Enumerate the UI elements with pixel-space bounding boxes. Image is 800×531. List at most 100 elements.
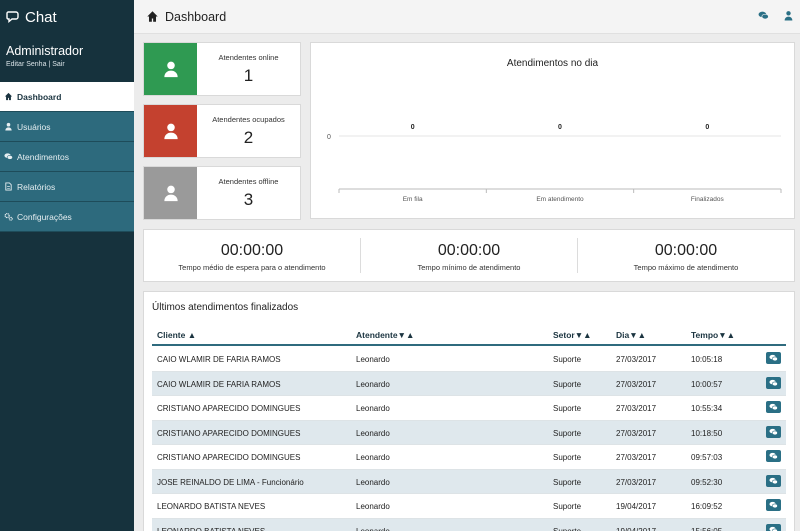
time-value: 00:00:00 — [437, 242, 501, 259]
stat-swatch — [144, 43, 197, 95]
link-separator: | — [48, 61, 51, 68]
bar-chart: 0 0 Em fila 0 Em atendimento 0 Finalizados — [327, 124, 782, 203]
cell-cliente: CRISTIANO APARECIDO DOMINGUES — [157, 453, 301, 462]
time-label: Tempo mínimo de atendimento — [417, 263, 521, 272]
time-value: 00:00:00 — [654, 242, 718, 259]
cell-setor: Suporte — [553, 477, 582, 487]
x-tick-label: Em atendimento — [536, 196, 584, 203]
cell-dia: 27/03/2017 — [616, 404, 657, 413]
stat-busy: Atendentes ocupados 2 — [143, 104, 301, 158]
cell-tempo: 16:09:52 — [691, 502, 723, 511]
home-icon — [146, 10, 159, 23]
table-row: CRISTIANO APARECIDO DOMINGUES Leonardo Sup… — [152, 396, 786, 421]
sidebar: Chat Administrador Editar Senha | Sair D… — [0, 0, 134, 531]
cell-dia: 27/03/2017 — [616, 379, 657, 389]
home-icon — [4, 92, 13, 101]
cell-setor: Suporte — [553, 453, 582, 462]
recent-table-panel: Últimos atendimentos finalizados Cliente… — [143, 291, 795, 531]
chat-icon — [769, 526, 778, 531]
cell-tempo: 09:57:03 — [691, 453, 723, 462]
cell-dia: 27/03/2017 — [616, 453, 657, 462]
user-name: Administrador — [6, 44, 84, 58]
chat-icon — [769, 501, 778, 509]
user-links: Editar Senha | Sair — [6, 61, 128, 68]
view-chat-button[interactable] — [766, 425, 781, 438]
cell-cliente: JOSE REINALDO DE LIMA - Funcionário — [157, 477, 304, 487]
time-avg-wait: 00:00:00 Tempo médio de espera para o at… — [144, 238, 361, 273]
sort-tempo[interactable]: Tempo▼▲ — [691, 330, 735, 340]
cell-tempo: 09:52:30 — [691, 477, 723, 487]
page-title: Dashboard — [165, 9, 227, 24]
edit-password-link[interactable]: Editar Senha — [6, 61, 46, 68]
chat-icon[interactable] — [758, 10, 769, 21]
brand-name: Chat — [25, 8, 57, 26]
chat-icon — [769, 477, 778, 484]
sidebar-item-relatorios[interactable]: Relatórios — [0, 172, 134, 202]
view-chat-button[interactable] — [766, 499, 781, 511]
sidebar-item-dashboard[interactable]: Dashboard — [0, 82, 134, 112]
sidebar-item-label: Relatórios — [17, 181, 56, 192]
sidebar-item-label: Dashboard — [17, 91, 62, 102]
table-title: Últimos atendimentos finalizados — [152, 302, 299, 313]
data-label: 0 — [558, 124, 562, 131]
user-icon — [4, 122, 13, 131]
view-chat-button[interactable] — [766, 523, 781, 531]
sort-cliente[interactable]: Cliente ▲ — [157, 330, 196, 340]
cell-setor: Suporte — [553, 526, 582, 531]
cell-setor: Suporte — [553, 355, 582, 364]
view-chat-button[interactable] — [766, 401, 781, 413]
table-row: CRISTIANO APARECIDO DOMINGUES Leonardo Sup… — [152, 420, 786, 445]
stat-label: Atendentes offline — [218, 177, 279, 186]
cell-atendente: Leonardo — [356, 453, 390, 462]
logout-link[interactable]: Sair — [52, 61, 64, 68]
view-chat-button[interactable] — [766, 352, 781, 364]
stat-value: 2 — [243, 128, 254, 147]
table-row: CRISTIANO APARECIDO DOMINGUES Leonardo Sup… — [152, 445, 786, 470]
cell-cliente: CRISTIANO APARECIDO DOMINGUES — [157, 404, 301, 413]
view-chat-button[interactable] — [766, 450, 781, 462]
chat-icon — [769, 379, 778, 386]
sort-atendente[interactable]: Atendente▼▲ — [356, 330, 414, 340]
cell-atendente: Leonardo — [356, 355, 390, 364]
table-row: CAIO WLAMIR DE FARIA RAMOS Leonardo Suport… — [152, 371, 786, 396]
stat-swatch — [144, 167, 197, 219]
brand[interactable]: Chat — [0, 0, 134, 34]
chat-icon — [769, 428, 778, 435]
cell-dia: 27/03/2017 — [616, 428, 657, 438]
stat-swatch — [144, 105, 197, 157]
sidebar-item-atendimentos[interactable]: Atendimentos — [0, 142, 134, 172]
cell-dia: 19/04/2017 — [616, 526, 657, 531]
sidebar-item-usuarios[interactable]: Usuários — [0, 112, 134, 142]
chart-panel: Atendimentos no dia 0 0 Em fila 0 Em atendim… — [310, 42, 795, 219]
sidebar-item-label: Usuários — [17, 121, 51, 132]
cell-dia: 27/03/2017 — [616, 355, 657, 364]
view-chat-button[interactable] — [766, 474, 781, 487]
cell-tempo: 10:55:34 — [691, 404, 723, 413]
sort-dia[interactable]: Dia▼▲ — [616, 330, 646, 340]
cell-cliente: CAIO WLAMIR DE FARIA RAMOS — [157, 355, 281, 364]
stat-label: Atendentes ocupados — [212, 115, 285, 124]
cell-atendente: Leonardo — [356, 404, 390, 413]
x-tick-label: Em fila — [403, 196, 423, 203]
chat-icon — [769, 403, 778, 411]
chat-icon — [4, 152, 13, 161]
time-label: Tempo máximo de atendimento — [633, 263, 739, 272]
stat-value: 1 — [243, 66, 254, 85]
cell-dia: 19/04/2017 — [616, 502, 657, 511]
sort-setor[interactable]: Setor▼▲ — [553, 330, 592, 340]
header-actions — [758, 10, 794, 21]
cell-cliente: CRISTIANO APARECIDO DOMINGUES — [157, 428, 301, 438]
chat-icon — [769, 452, 778, 460]
user-block: Administrador Editar Senha | Sair — [0, 34, 134, 82]
table-row: LEONARDO BATISTA NEVES Leonardo Suporte 19/… — [152, 518, 786, 531]
view-chat-button[interactable] — [766, 376, 781, 389]
cell-cliente: LEONARDO BATISTA NEVES — [157, 526, 266, 531]
cell-dia: 27/03/2017 — [616, 477, 657, 487]
chat-icon — [6, 10, 20, 24]
user-icon — [163, 123, 178, 140]
cell-atendente: Leonardo — [356, 502, 390, 511]
cell-tempo: 15:56:05 — [691, 526, 723, 531]
user-icon[interactable] — [783, 10, 794, 21]
sidebar-item-configuracoes[interactable]: Configurações — [0, 202, 134, 232]
time-min: 00:00:00 Tempo mínimo de atendimento — [361, 238, 578, 273]
